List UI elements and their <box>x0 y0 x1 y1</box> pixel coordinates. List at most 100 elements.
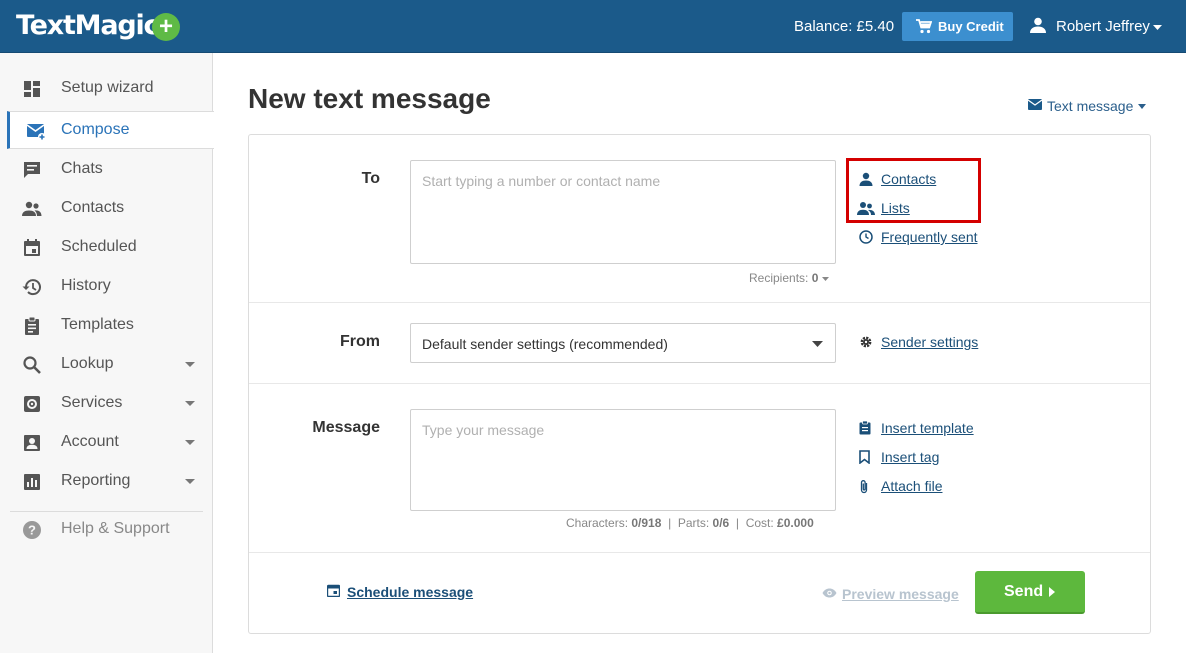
sidebar-item-label: History <box>61 277 111 294</box>
insert-tag-link-label: Insert tag <box>881 449 940 465</box>
sidebar-item-label: Account <box>61 433 119 450</box>
recipients-counter-label: Recipients: <box>749 271 809 285</box>
clipboard-icon <box>859 421 871 435</box>
insert-tag-link[interactable]: Insert tag <box>859 449 940 465</box>
search-icon <box>23 356 41 374</box>
message-type-label: Text message <box>1047 98 1134 114</box>
sidebar: Setup wizard Compose Chats Contacts Sche… <box>0 53 214 653</box>
sidebar-item-setup-wizard[interactable]: Setup wizard <box>0 70 213 108</box>
sidebar-item-scheduled[interactable]: Scheduled <box>0 229 213 267</box>
dashboard-icon <box>24 81 40 97</box>
characters-count: 0/918 <box>631 516 662 530</box>
sidebar-item-reporting[interactable]: Reporting <box>0 463 213 501</box>
clock-icon <box>859 230 873 244</box>
send-button[interactable]: Send <box>975 571 1085 614</box>
chevron-down-icon <box>185 440 195 445</box>
parts-count: 0/6 <box>712 516 730 530</box>
preview-message-label: Preview message <box>842 586 959 602</box>
compose-icon <box>26 124 46 141</box>
buy-credit-button[interactable]: Buy Credit <box>902 12 1013 41</box>
user-name: Robert Jeffrey <box>1056 18 1150 35</box>
cost-value: £0.000 <box>777 516 814 530</box>
sidebar-item-label: Setup wizard <box>61 79 154 96</box>
schedule-message-link[interactable]: Schedule message <box>327 584 473 600</box>
row-divider <box>249 552 1150 553</box>
clipboard-icon <box>25 316 39 335</box>
chevron-down-icon <box>185 401 195 406</box>
row-divider <box>249 383 1150 384</box>
sender-settings-link[interactable]: Sender settings <box>860 334 979 350</box>
to-label: To <box>361 170 380 187</box>
gear-icon <box>860 336 872 348</box>
sidebar-item-templates[interactable]: Templates <box>0 307 213 345</box>
calendar-icon <box>327 584 340 597</box>
chevron-down-icon <box>1153 25 1162 30</box>
from-label: From <box>340 333 380 350</box>
add-icon[interactable]: + <box>152 13 180 41</box>
top-bar: TextMagic + Balance: £5.40 Buy Credit Ro… <box>0 0 1186 53</box>
recipients-count: 0 <box>811 271 819 285</box>
bar-chart-icon <box>24 474 40 490</box>
user-icon <box>1030 17 1046 33</box>
gear-icon <box>24 396 40 412</box>
app-logo[interactable]: TextMagic <box>16 10 160 41</box>
parts-label: Parts: <box>677 516 710 530</box>
eye-icon <box>822 588 837 598</box>
message-placeholder: Type your message <box>422 422 545 438</box>
chevron-down-icon <box>812 341 823 347</box>
svg-text:?: ? <box>28 523 36 538</box>
balance-text: Balance: £5.40 <box>794 18 895 35</box>
sidebar-item-history[interactable]: History <box>0 268 213 306</box>
attach-file-link[interactable]: Attach file <box>860 478 942 494</box>
sidebar-item-help-support[interactable]: ? Help & Support <box>0 511 213 549</box>
preview-message-link[interactable]: Preview message <box>822 586 959 602</box>
characters-label: Characters: <box>566 516 629 530</box>
sidebar-item-compose[interactable]: Compose <box>7 111 214 149</box>
sidebar-item-contacts[interactable]: Contacts <box>0 190 213 228</box>
chevron-down-icon <box>185 479 195 484</box>
cost-label: Cost: <box>745 516 774 530</box>
insert-template-link[interactable]: Insert template <box>859 420 974 436</box>
insert-template-link-label: Insert template <box>881 420 974 436</box>
sidebar-item-label: Templates <box>61 316 134 333</box>
sidebar-item-label: Compose <box>61 121 130 138</box>
recipients-placeholder: Start typing a number or contact name <box>422 173 661 189</box>
envelope-icon <box>1028 99 1042 110</box>
chevron-down-icon <box>821 276 829 281</box>
history-icon <box>22 279 41 296</box>
sidebar-item-label: Contacts <box>61 199 125 216</box>
paperclip-icon <box>860 480 868 494</box>
frequently-sent-link-label: Frequently sent <box>881 229 978 245</box>
sidebar-item-account[interactable]: Account <box>0 424 213 462</box>
chevron-down-icon <box>1138 104 1146 109</box>
recipients-input[interactable]: Start typing a number or contact name <box>410 160 836 264</box>
recipients-counter[interactable]: Recipients: 0 <box>749 271 829 285</box>
sidebar-item-chats[interactable]: Chats <box>0 151 213 189</box>
row-divider <box>249 302 1150 303</box>
sidebar-item-services[interactable]: Services <box>0 385 213 423</box>
sender-settings-link-label: Sender settings <box>881 334 979 350</box>
chat-icon <box>24 162 40 178</box>
highlight-box <box>846 158 981 223</box>
message-textarea[interactable]: Type your message <box>410 409 836 511</box>
message-label: Message <box>312 419 380 436</box>
calendar-icon <box>24 239 40 256</box>
sidebar-item-label: Scheduled <box>61 238 137 255</box>
sender-select-value: Default sender settings (recommended) <box>422 336 668 352</box>
buy-credit-label: Buy Credit <box>938 19 1004 34</box>
account-icon <box>24 435 40 451</box>
sender-select[interactable]: Default sender settings (recommended) <box>410 323 836 363</box>
caret-right-icon <box>1049 587 1055 597</box>
sidebar-item-label: Lookup <box>61 355 114 372</box>
send-button-label: Send <box>1004 583 1044 600</box>
page-title: New text message <box>248 83 491 114</box>
help-icon: ? <box>23 521 41 539</box>
contacts-icon <box>22 201 42 216</box>
sidebar-item-lookup[interactable]: Lookup <box>0 346 213 384</box>
sidebar-item-label: Reporting <box>61 472 131 489</box>
sidebar-item-label: Chats <box>61 160 103 177</box>
frequently-sent-link[interactable]: Frequently sent <box>859 229 978 245</box>
message-stats: Characters: 0/918 | Parts: 0/6 | Cost: £… <box>566 516 814 530</box>
schedule-message-label: Schedule message <box>347 584 474 600</box>
sidebar-item-label: Help & Support <box>61 520 170 537</box>
